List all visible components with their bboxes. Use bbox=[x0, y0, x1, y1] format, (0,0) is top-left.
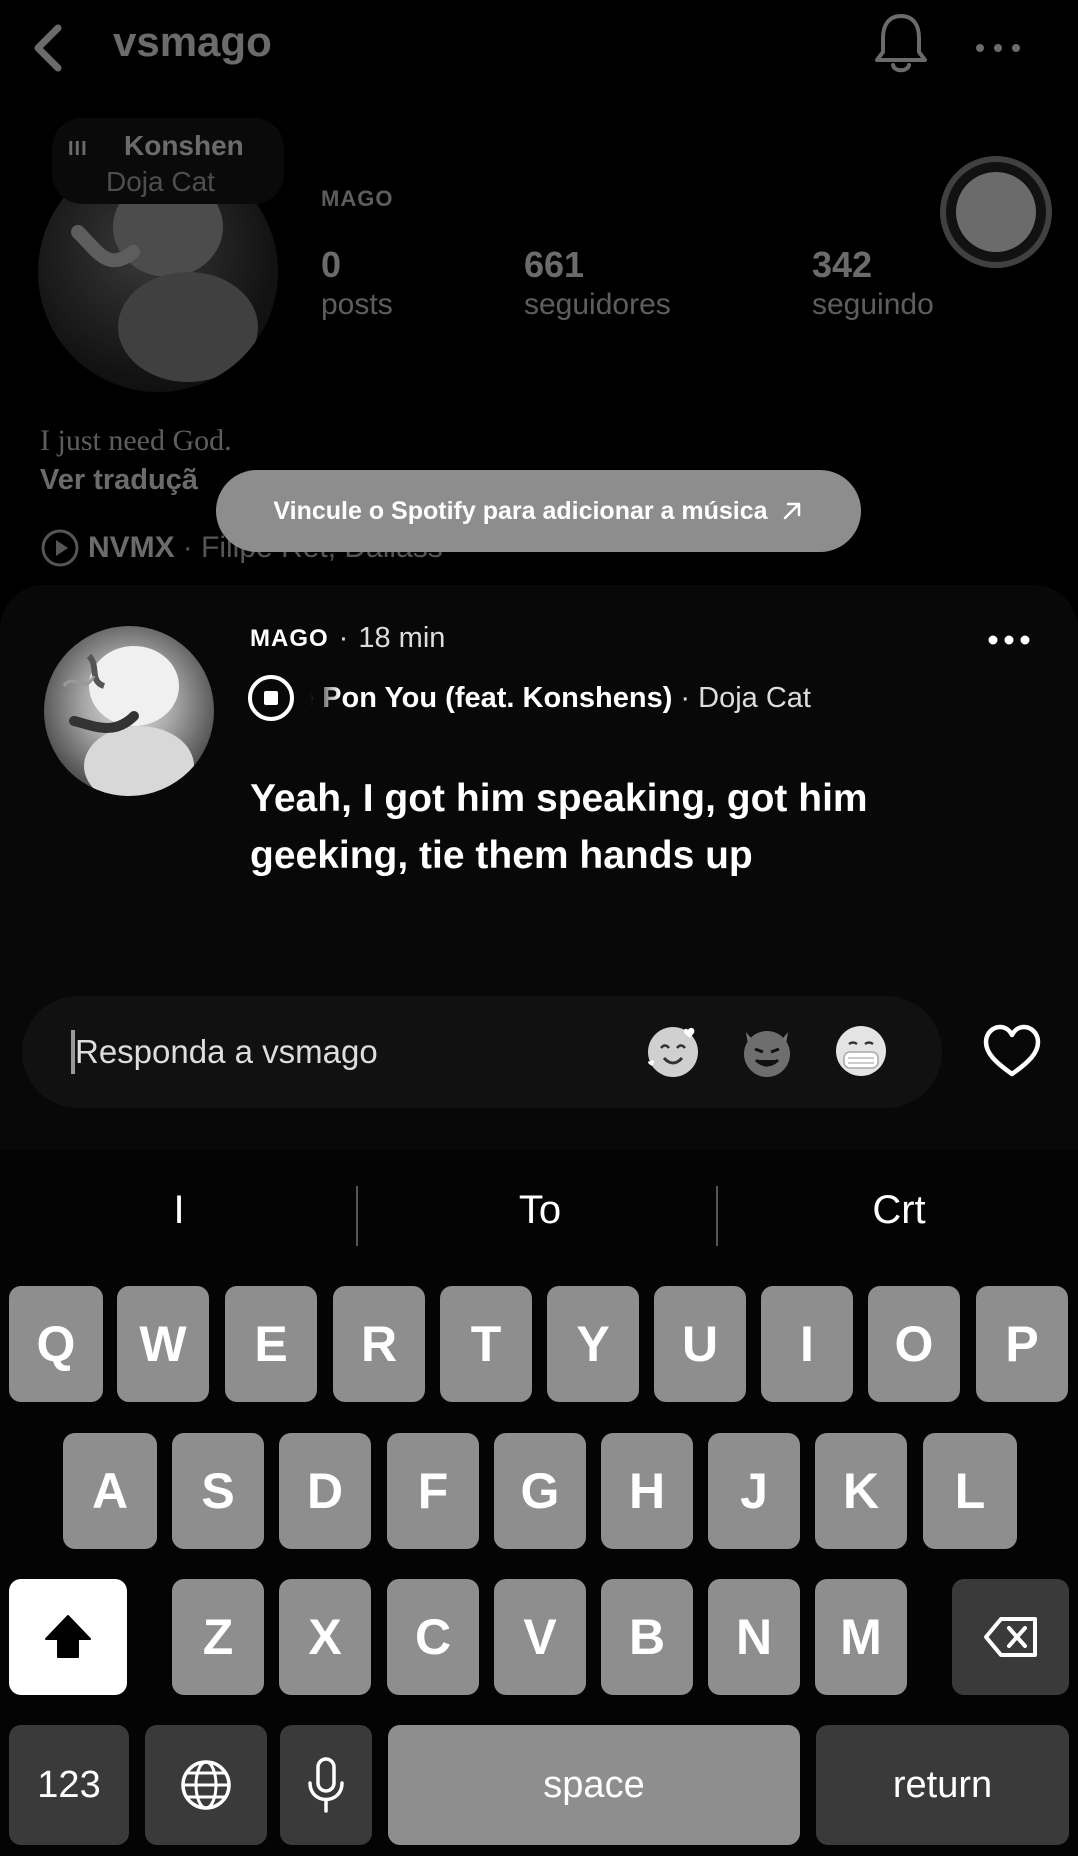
profile-bio: I just need God. bbox=[40, 424, 232, 457]
followers-count[interactable]: 661 bbox=[524, 244, 584, 286]
key-q[interactable]: Q bbox=[9, 1286, 103, 1402]
key-r[interactable]: R bbox=[333, 1286, 425, 1402]
note-song-marquee: e Pon You (feat. Konshens) · Doja Cat bbox=[310, 682, 970, 715]
arrow-up-right-icon bbox=[783, 502, 800, 520]
key-a[interactable]: A bbox=[63, 1433, 157, 1549]
key-n[interactable]: N bbox=[708, 1579, 800, 1695]
face-with-medical-mask-icon[interactable] bbox=[832, 1022, 890, 1080]
shift-arrow-icon bbox=[45, 1615, 91, 1658]
link-spotify-label: Vincule o Spotify para adicionar a músic… bbox=[273, 496, 768, 525]
link-spotify-button[interactable]: Vincule o Spotify para adicionar a músic… bbox=[216, 470, 861, 552]
key-z[interactable]: Z bbox=[172, 1579, 264, 1695]
more-horizontal-icon[interactable] bbox=[972, 28, 1024, 68]
note-song: Konshen bbox=[124, 130, 244, 161]
return-key[interactable]: return bbox=[816, 1725, 1069, 1845]
globe-key[interactable] bbox=[145, 1725, 267, 1845]
key-l[interactable]: L bbox=[923, 1433, 1017, 1549]
profile-username: vsmago bbox=[113, 18, 272, 65]
key-g[interactable]: G bbox=[494, 1433, 586, 1549]
posts-label: posts bbox=[321, 288, 393, 321]
numbers-key[interactable]: 123 bbox=[9, 1725, 129, 1845]
suggestion-1[interactable]: I bbox=[4, 1188, 354, 1233]
following-label[interactable]: seguindo bbox=[812, 288, 934, 322]
more-horizontal-icon[interactable] bbox=[984, 622, 1034, 658]
delete-key[interactable] bbox=[952, 1579, 1069, 1695]
key-s[interactable]: S bbox=[172, 1433, 264, 1549]
suggestion-divider bbox=[716, 1186, 718, 1246]
microphone-icon bbox=[308, 1757, 344, 1813]
posts-count: 0 bbox=[321, 244, 342, 285]
stop-circle-icon[interactable] bbox=[246, 673, 296, 723]
space-key[interactable]: space bbox=[388, 1725, 800, 1845]
note-song-title: e Pon You (feat. Konshens) bbox=[310, 681, 673, 714]
note-artist: Doja Cat bbox=[106, 166, 215, 197]
key-y[interactable]: Y bbox=[547, 1286, 639, 1402]
key-f[interactable]: F bbox=[387, 1433, 479, 1549]
record-button-inner bbox=[956, 172, 1036, 252]
dictation-key[interactable] bbox=[280, 1725, 372, 1845]
globe-icon bbox=[181, 1760, 231, 1810]
key-w[interactable]: W bbox=[117, 1286, 209, 1402]
bell-icon[interactable] bbox=[872, 10, 930, 76]
suggestion-3[interactable]: Crt bbox=[724, 1188, 1074, 1233]
key-c[interactable]: C bbox=[387, 1579, 479, 1695]
key-v[interactable]: V bbox=[494, 1579, 586, 1695]
key-u[interactable]: U bbox=[654, 1286, 746, 1402]
key-x[interactable]: X bbox=[279, 1579, 371, 1695]
key-j[interactable]: J bbox=[708, 1433, 800, 1549]
profile-music-title: NVMX bbox=[88, 531, 175, 564]
followers-label[interactable]: seguidores bbox=[524, 288, 671, 322]
key-m[interactable]: M bbox=[815, 1579, 907, 1695]
play-circle-icon bbox=[41, 529, 79, 567]
suggestion-2[interactable]: To bbox=[365, 1188, 715, 1233]
note-song-artist: · Doja Cat bbox=[680, 681, 811, 714]
heart-icon[interactable] bbox=[981, 1022, 1043, 1080]
note-author-avatar[interactable] bbox=[44, 626, 214, 796]
key-d[interactable]: D bbox=[279, 1433, 371, 1549]
meta-separator: · bbox=[338, 622, 349, 654]
key-i[interactable]: I bbox=[761, 1286, 853, 1402]
following-count[interactable]: 342 bbox=[812, 244, 872, 286]
note-song-row[interactable]: e Pon You (feat. Konshens) · Doja Cat bbox=[246, 673, 970, 723]
key-e[interactable]: E bbox=[225, 1286, 317, 1402]
key-h[interactable]: H bbox=[601, 1433, 693, 1549]
note-timestamp: 18 min bbox=[358, 622, 446, 654]
suggestion-divider bbox=[356, 1186, 358, 1246]
profile-display-name: MAGO bbox=[321, 186, 394, 211]
reply-input[interactable] bbox=[75, 1026, 595, 1078]
chevron-left-icon[interactable] bbox=[24, 18, 74, 78]
key-t[interactable]: T bbox=[440, 1286, 532, 1402]
key-k[interactable]: K bbox=[815, 1433, 907, 1549]
smiling-face-with-horns-icon[interactable] bbox=[738, 1022, 796, 1080]
music-bars-icon: III bbox=[68, 138, 88, 160]
key-b[interactable]: B bbox=[601, 1579, 693, 1695]
note-lyrics: Yeah, I got him speaking, got him geekin… bbox=[250, 770, 930, 884]
backspace-icon bbox=[983, 1617, 1037, 1657]
key-p[interactable]: P bbox=[976, 1286, 1068, 1402]
note-meta: MAGO · 18 min bbox=[250, 622, 445, 655]
key-o[interactable]: O bbox=[868, 1286, 960, 1402]
see-translation-link[interactable]: Ver traduçã bbox=[40, 464, 198, 497]
smiling-face-with-hearts-icon[interactable] bbox=[644, 1022, 702, 1080]
note-author-name: MAGO bbox=[250, 624, 329, 652]
shift-key[interactable] bbox=[9, 1579, 127, 1695]
